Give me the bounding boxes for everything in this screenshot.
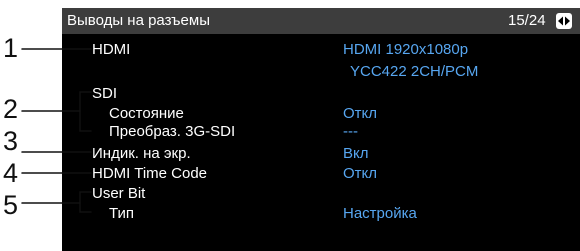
hdmi-timecode-value[interactable]: Откл [343,165,377,183]
user-bit-type-label: Тип [109,205,135,222]
hdmi-value-line2: YCC422 2CH/PCM [350,63,479,80]
osd-value[interactable]: Вкл [343,145,369,163]
page-indicator: 15/24 [508,12,546,29]
sdi-status-label: Состояние [109,105,184,122]
callout-leaders [21,48,92,213]
osd-label: Индик. на экр. [92,145,191,162]
sdi-status-value[interactable]: Откл [343,105,377,123]
menu-screen: Выводы на разъемы 15/24 HDMI HDMI 1920x1… [62,8,580,251]
header-bar: Выводы на разъемы 15/24 [62,8,580,34]
sdi-conversion-label: Преобраз. 3G-SDI [109,123,236,140]
user-bit-label: User Bit [92,185,146,202]
user-bit-type-value[interactable]: Настройка [343,205,417,223]
page-switch-icon[interactable] [556,13,572,29]
sdi-conversion-value[interactable]: --- [343,123,358,141]
hdmi-value-line1: HDMI 1920x1080p [343,41,469,58]
hdmi-timecode-label: HDMI Time Code [92,165,208,182]
